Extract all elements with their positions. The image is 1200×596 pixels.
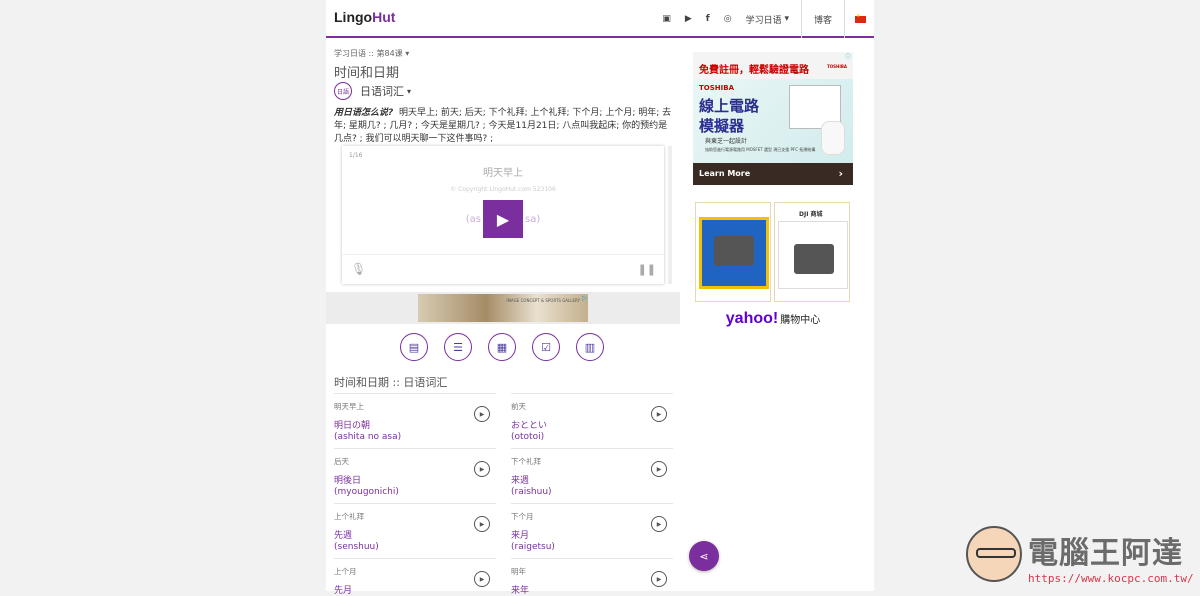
- ad-body[interactable]: TOSHIBA 線上電路 模擬器 與東芝一起設計 協助您進行電源電路用 MOSF…: [693, 79, 853, 163]
- video-icon[interactable]: ▣: [662, 14, 671, 24]
- nav-divider: [844, 0, 845, 38]
- banner-ad-image[interactable]: IMAGE CONCEPT & SPORTS GALLERY: [418, 294, 588, 322]
- banner-ad[interactable]: IMAGE CONCEPT & SPORTS GALLERY ▷: [326, 292, 680, 324]
- product-image: [778, 221, 848, 289]
- play-audio-icon[interactable]: ▶: [651, 571, 667, 587]
- share-button[interactable]: ⋖: [689, 541, 719, 571]
- fill-in-mode-icon[interactable]: ▥: [576, 333, 604, 361]
- yahoo-shopping-ad[interactable]: DJI 商城 yahoo! 購物中心: [693, 200, 853, 332]
- vocab-item: 后天 明後日 (myougonichi) ▶: [334, 448, 496, 503]
- quiz-mode-icon[interactable]: ☰: [444, 333, 472, 361]
- mascot-face-icon: [966, 526, 1022, 582]
- chevron-right-icon: ›: [838, 167, 843, 180]
- flashcards-mode-icon[interactable]: ▤: [400, 333, 428, 361]
- play-audio-icon[interactable]: ▶: [474, 406, 490, 422]
- learn-more-button[interactable]: Learn More ›: [693, 163, 853, 185]
- lesson-intro: 用日语怎么说? 明天早上; 前天; 后天; 下个礼拜; 上个礼拜; 下个月; 上…: [334, 108, 672, 144]
- flashcard-player: 1/16 明天早上 © Copyright LingoHut.com 52310…: [342, 146, 664, 284]
- checklist-mode-icon[interactable]: ☑: [532, 333, 560, 361]
- category-selector[interactable]: 日語 日语词汇 ▾: [334, 82, 411, 100]
- blog-link[interactable]: 博客: [814, 13, 832, 26]
- vocab-item: 明天早上 明日の朝 (ashita no asa) ▶: [334, 393, 496, 448]
- header-nav: ▣ ▶ f ◎ 学习日语 ▾ 博客: [648, 0, 866, 38]
- ad-info-icon[interactable]: ▷: [582, 294, 587, 302]
- product-image: [699, 217, 769, 289]
- yahoo-logo[interactable]: yahoo! 購物中心: [693, 308, 853, 328]
- share-icon: ⋖: [699, 549, 709, 563]
- lesson-selector[interactable]: 第84课: [376, 49, 402, 58]
- microphone-icon[interactable]: 🎙: [351, 262, 366, 276]
- dog-image: [821, 121, 845, 155]
- nav-divider: [800, 0, 802, 38]
- copyright-text: © Copyright LingoHut.com 523106: [450, 186, 556, 193]
- vocab-item: 下个礼拜 来週 (raishuu) ▶: [511, 448, 673, 503]
- vocab-item: 上个月 先月 ▶: [334, 558, 496, 596]
- watermark-brand: 電腦王阿達: [1028, 536, 1183, 571]
- vocab-item: 前天 おととい (ototoi) ▶: [511, 393, 673, 448]
- instagram-icon[interactable]: ◎: [724, 14, 732, 24]
- play-icon: ▶: [496, 209, 510, 229]
- play-audio-icon[interactable]: ▶: [474, 571, 490, 587]
- study-mode-buttons: ▤ ☰ ▦ ☑ ▥: [400, 333, 620, 361]
- watermark-url: https://www.kocpc.com.tw/: [1028, 572, 1194, 585]
- card-counter: 1/16: [349, 152, 363, 159]
- pause-icon[interactable]: ❚❚: [638, 263, 656, 276]
- ad-info-icon[interactable]: ⓘ: [845, 52, 851, 61]
- play-audio-icon[interactable]: ▶: [651, 406, 667, 422]
- language-menu[interactable]: 学习日语 ▾: [746, 13, 789, 26]
- china-flag-icon[interactable]: [855, 13, 866, 23]
- language-badge-icon: 日語: [334, 82, 352, 100]
- breadcrumb: 学习日语 :: 第84课 ▾: [334, 49, 410, 58]
- toshiba-ad[interactable]: 免費註冊，輕鬆驗證電路 TOSHIBA ⓘ TOSHIBA 線上電路 模擬器 與…: [693, 52, 853, 185]
- dji-logo: DJI 商城: [799, 211, 823, 218]
- page-title: 时间和日期: [334, 66, 400, 81]
- lingohut-logo[interactable]: LingoHut: [334, 9, 395, 25]
- site-header: LingoHut ▣ ▶ f ◎ 学习日语 ▾ 博客: [326, 0, 874, 38]
- vocab-section-title: 时间和日期 :: 日语词汇: [334, 376, 448, 389]
- play-audio-icon[interactable]: ▶: [474, 516, 490, 532]
- watermark: 電腦王阿達 https://www.kocpc.com.tw/: [962, 522, 1198, 588]
- product-card[interactable]: DJI 商城: [774, 202, 850, 302]
- matching-mode-icon[interactable]: ▦: [488, 333, 516, 361]
- player-scrollbar[interactable]: [668, 146, 672, 284]
- vocab-item: 上个礼拜 先週 (senshuu) ▶: [334, 503, 496, 558]
- vocab-item: 明年 来年 ▶: [511, 558, 673, 596]
- chevron-down-icon[interactable]: ▾: [405, 49, 409, 58]
- product-card[interactable]: [695, 202, 771, 302]
- ad-header: 免費註冊，輕鬆驗證電路 TOSHIBA ⓘ: [693, 52, 853, 79]
- play-audio-icon[interactable]: ▶: [474, 461, 490, 477]
- card-word: 明天早上: [483, 168, 523, 179]
- play-button[interactable]: ▶: [483, 200, 523, 238]
- facebook-icon[interactable]: f: [706, 14, 710, 24]
- play-audio-icon[interactable]: ▶: [651, 461, 667, 477]
- player-controls: 🎙 ❚❚: [342, 254, 664, 284]
- youtube-icon[interactable]: ▶: [685, 14, 692, 24]
- vocab-item: 下个月 来月 (raigetsu) ▶: [511, 503, 673, 558]
- chevron-down-icon: ▾: [407, 86, 412, 96]
- play-audio-icon[interactable]: ▶: [651, 516, 667, 532]
